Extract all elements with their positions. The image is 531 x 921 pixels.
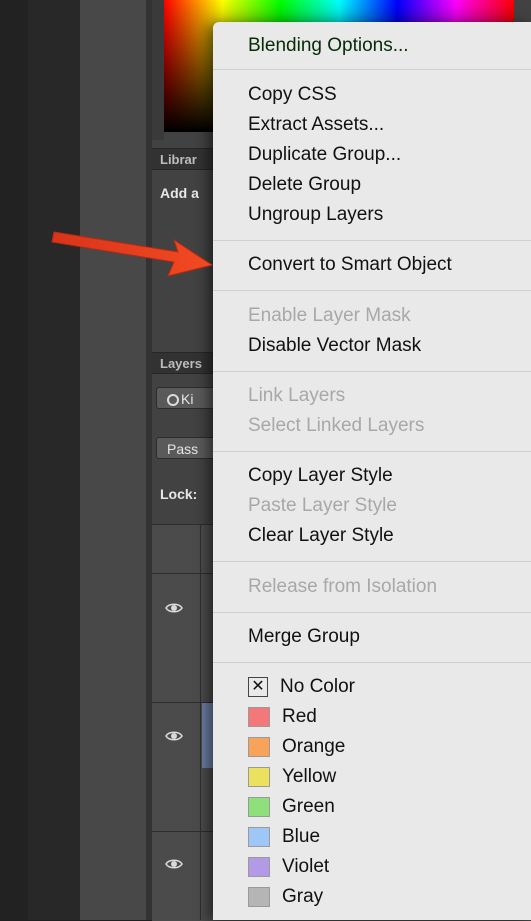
red-swatch-icon [248,707,270,727]
canvas-edge [0,0,28,920]
layer-context-menu: Blending Options... Copy CSS Extract Ass… [213,22,531,920]
libraries-add-text: Add a [160,185,199,201]
violet-swatch-icon [248,857,270,877]
orange-swatch-icon [248,737,270,757]
color-label: Orange [282,736,346,757]
menu-item-convert-smart-object[interactable]: Convert to Smart Object [248,250,452,280]
menu-item-color-yellow[interactable]: Yellow [248,762,336,792]
color-label: Yellow [282,766,337,787]
menu-item-disable-vector-mask[interactable]: Disable Vector Mask [248,331,421,361]
eye-icon[interactable] [165,727,183,745]
menu-item-color-violet[interactable]: Violet [248,852,329,882]
lock-label: Lock: [160,486,198,502]
menu-item-color-blue[interactable]: Blue [248,822,320,852]
menu-item-copy-css[interactable]: Copy CSS [248,80,337,110]
menu-item-enable-layer-mask: Enable Layer Mask [248,305,411,326]
menu-item-color-gray[interactable]: Gray [248,882,323,912]
color-picker-border [152,0,164,140]
menu-item-merge-group[interactable]: Merge Group [248,622,360,652]
menu-item-clear-layer-style[interactable]: Clear Layer Style [248,521,394,551]
eye-icon[interactable] [165,855,183,873]
menu-separator [213,451,531,452]
menu-item-extract-assets[interactable]: Extract Assets... [248,110,384,140]
menu-item-color-green[interactable]: Green [248,792,335,822]
menu-item-select-linked-layers: Select Linked Layers [248,415,425,436]
gray-swatch-icon [248,887,270,907]
no-color-icon: ✕ [248,677,268,697]
color-label: Green [282,796,335,817]
menu-item-color-red[interactable]: Red [248,702,317,732]
green-swatch-icon [248,797,270,817]
menu-item-delete-group[interactable]: Delete Group [248,170,361,200]
menu-separator [213,561,531,562]
menu-item-release-isolation: Release from Isolation [248,576,438,597]
menu-separator [213,612,531,613]
color-label: Red [282,706,317,727]
menu-separator [213,290,531,291]
menu-separator [213,240,531,241]
yellow-swatch-icon [248,767,270,787]
layer-column-divider [200,524,201,920]
color-label: Violet [282,856,330,877]
color-label: No Color [280,676,355,697]
kind-filter-label: Ki [181,391,194,407]
menu-separator [213,371,531,372]
color-label: Blue [282,826,321,847]
menu-item-color-orange[interactable]: Orange [248,732,345,762]
eye-icon[interactable] [165,599,183,617]
menu-item-link-layers: Link Layers [248,385,346,406]
menu-item-copy-layer-style[interactable]: Copy Layer Style [248,461,393,491]
menu-item-color-none[interactable]: ✕ No Color [248,672,355,702]
search-icon [167,394,179,407]
menu-item-paste-layer-style: Paste Layer Style [248,495,397,516]
menu-item-ungroup-layers[interactable]: Ungroup Layers [248,200,383,230]
color-label: Gray [282,886,324,907]
menu-separator [213,69,531,70]
blue-swatch-icon [248,827,270,847]
annotation-arrow-icon [51,231,214,277]
menu-item-blending-options[interactable]: Blending Options... [248,31,409,61]
toolbar-strip [80,0,147,920]
menu-item-duplicate-group[interactable]: Duplicate Group... [248,140,401,170]
menu-separator [213,662,531,663]
